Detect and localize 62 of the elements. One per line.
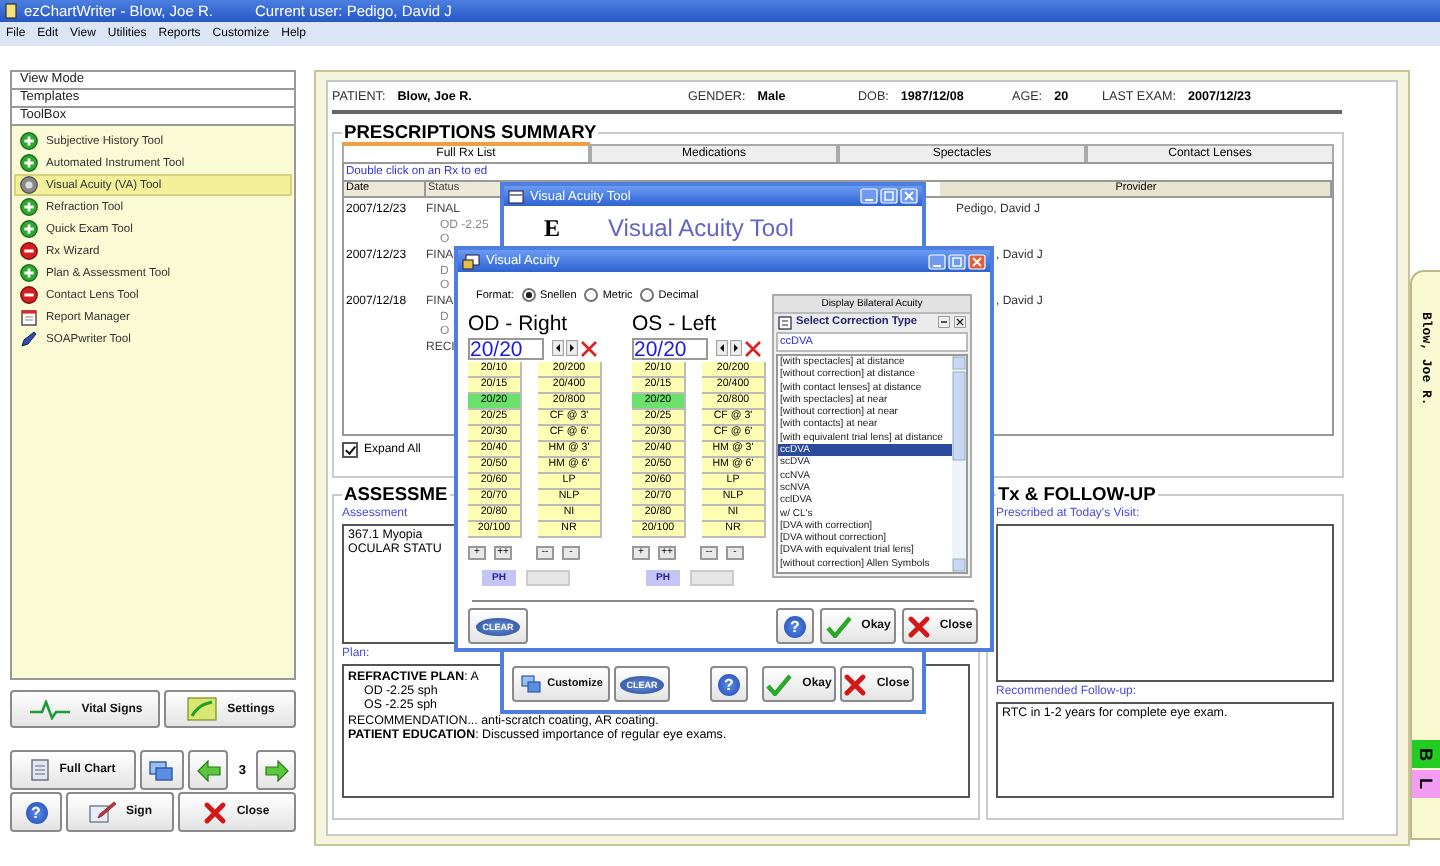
windows-icon	[519, 674, 542, 694]
left-arrow-button[interactable]	[716, 340, 728, 356]
right-arrow-button[interactable]	[566, 340, 578, 356]
radio-button[interactable]	[584, 288, 599, 302]
maximize-button[interactable]	[948, 253, 966, 269]
help-button[interactable]: ?	[710, 666, 748, 702]
section-title: ASSESSME	[342, 484, 450, 504]
image-icon	[185, 696, 218, 722]
pinhole-field[interactable]	[690, 569, 734, 585]
right-arrow-button[interactable]	[730, 340, 742, 356]
clear-x-icon[interactable]	[744, 339, 762, 357]
maximize-button[interactable]	[880, 188, 898, 204]
tag[interactable]: B	[1411, 740, 1440, 768]
x-icon	[204, 801, 227, 823]
acuity-field[interactable]: 20/20	[632, 337, 708, 359]
left-arrow-icon	[195, 759, 222, 781]
window-icon	[508, 189, 524, 203]
plus-circle-icon	[20, 132, 38, 150]
correction-list[interactable]	[776, 354, 968, 574]
clear-x-icon[interactable]	[580, 339, 598, 357]
tag[interactable]: L	[1411, 770, 1440, 798]
close-button[interactable]	[954, 316, 966, 329]
window-icon	[462, 253, 480, 269]
section-title: PRESCRIPTIONS SUMMARY	[342, 122, 599, 142]
left-arrow-button[interactable]	[552, 340, 564, 356]
radio-button[interactable]	[640, 288, 655, 302]
minus-circle-icon	[20, 242, 38, 260]
app-icon	[4, 2, 18, 20]
help-button[interactable]: ?	[10, 792, 62, 832]
checkmark-icon	[825, 615, 852, 637]
scrollbar[interactable]	[952, 356, 966, 572]
heartbeat-icon	[27, 699, 72, 719]
section-title: Tx & FOLLOW-UP	[996, 484, 1158, 504]
document-icon	[29, 758, 50, 782]
acuity-field[interactable]: 20/20	[468, 337, 544, 359]
x-icon	[907, 615, 930, 637]
checkmark-icon	[766, 673, 793, 695]
eye-label: OD - Right	[468, 314, 570, 336]
list-icon	[778, 315, 792, 330]
prescribed-box[interactable]	[996, 524, 1334, 682]
pen-icon	[88, 800, 116, 824]
checkbox[interactable]	[342, 442, 358, 458]
minus-circle-icon	[20, 286, 38, 304]
windows-button[interactable]	[139, 750, 185, 790]
plus-circle-icon	[20, 154, 38, 172]
heading: Visual Acuity Tool	[608, 214, 794, 242]
radio-button[interactable]	[521, 288, 536, 302]
windows-icon	[148, 759, 175, 781]
plus-circle-icon	[20, 198, 38, 216]
eye-label: OS - Left	[632, 314, 719, 336]
plus-circle-icon	[20, 264, 38, 282]
x-icon	[844, 673, 867, 695]
next-button[interactable]	[256, 750, 296, 790]
plus-circle-icon	[20, 220, 38, 238]
notepad-icon	[20, 308, 38, 326]
right-arrow-icon	[263, 759, 290, 781]
logo: E	[544, 213, 563, 243]
pinhole-field[interactable]	[526, 569, 570, 585]
previous-button[interactable]	[188, 750, 229, 790]
minimize-button[interactable]	[938, 316, 950, 329]
pen-icon	[20, 330, 38, 348]
help-button[interactable]: ?	[776, 608, 814, 644]
